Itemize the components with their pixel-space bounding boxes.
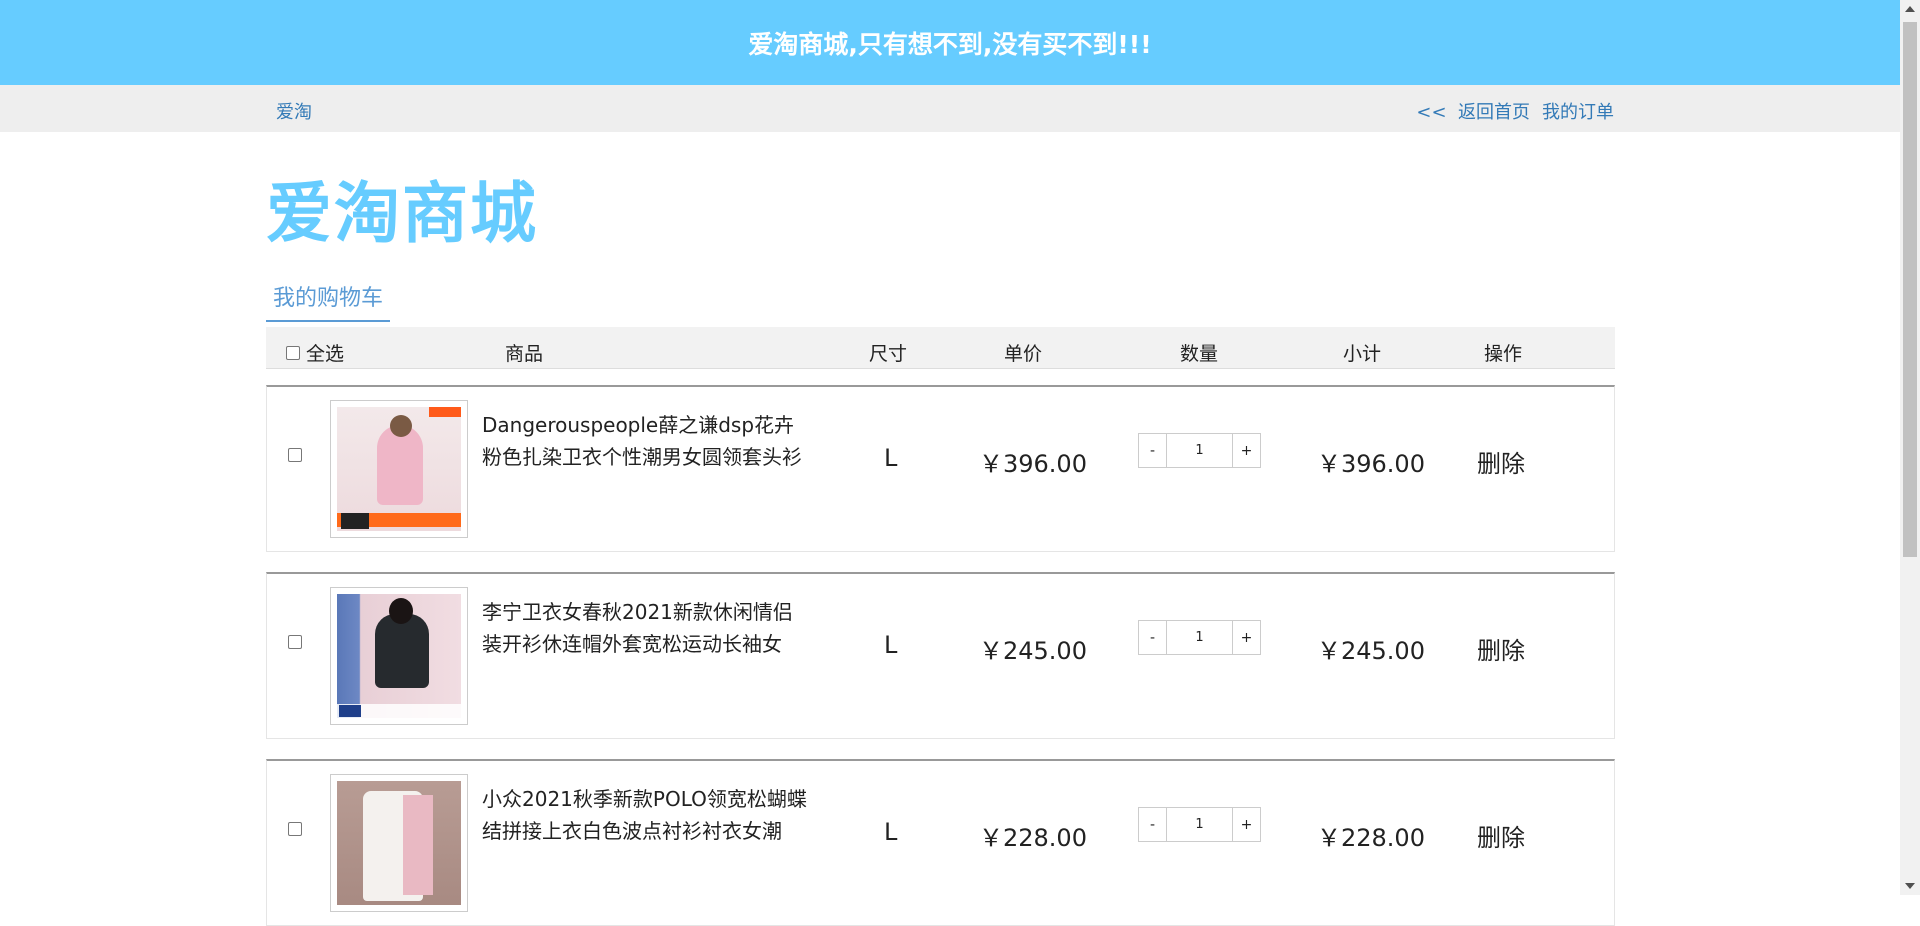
delete-button[interactable]: 删除 xyxy=(1477,444,1525,479)
cart-row: 小众2021秋季新款POLO领宽松蝴蝶结拼接上衣白色波点衬衫衬衣女潮 L ￥22… xyxy=(266,759,1615,926)
qty-input[interactable]: 1 xyxy=(1167,808,1232,841)
product-name[interactable]: 李宁卫衣女春秋2021新款休闲情侣装开衫休连帽外套宽松运动长袖女 xyxy=(482,596,812,660)
model-head xyxy=(389,598,413,624)
product-image[interactable] xyxy=(330,587,468,725)
cart-row: Dangerouspeople薛之谦dsp花卉粉色扎染卫衣个性潮男女圆领套头衫 … xyxy=(266,385,1615,552)
row-select-checkbox[interactable] xyxy=(288,448,302,462)
header-size: 尺寸 xyxy=(869,343,908,365)
site-banner: 爱淘商城,只有想不到,没有买不到!!! xyxy=(0,0,1900,85)
product-image[interactable] xyxy=(330,400,468,538)
quantity-stepper: - 1 + xyxy=(1138,433,1261,468)
qty-decrease-button[interactable]: - xyxy=(1139,434,1167,467)
product-subtotal: ￥228.00 xyxy=(1317,824,1425,852)
qty-increase-button[interactable]: + xyxy=(1232,434,1260,467)
qty-decrease-button[interactable]: - xyxy=(1139,621,1167,654)
qty-input[interactable]: 1 xyxy=(1167,434,1232,467)
product-name[interactable]: Dangerouspeople薛之谦dsp花卉粉色扎染卫衣个性潮男女圆领套头衫 xyxy=(482,409,812,473)
delete-button[interactable]: 删除 xyxy=(1477,631,1525,666)
nav-right-links: << 返回首页 我的订单 xyxy=(1416,98,1614,124)
top-navbar: 爱淘 << 返回首页 我的订单 xyxy=(0,85,1900,132)
tab-my-cart[interactable]: 我的购物车 xyxy=(266,278,390,322)
cart-row: 李宁卫衣女春秋2021新款休闲情侣装开衫休连帽外套宽松运动长袖女 L ￥245.… xyxy=(266,572,1615,739)
select-all-group: 全选 xyxy=(286,339,344,366)
new-tag-badge xyxy=(429,407,461,417)
site-logo: 爱淘商城 xyxy=(266,175,538,252)
my-orders-link[interactable]: 我的订单 xyxy=(1542,98,1614,124)
qty-decrease-button[interactable]: - xyxy=(1139,808,1167,841)
product-image[interactable] xyxy=(330,774,468,912)
header-subtotal: 小计 xyxy=(1343,343,1382,365)
product-subtotal: ￥396.00 xyxy=(1317,450,1425,478)
header-unit-price: 单价 xyxy=(1004,343,1043,365)
scroll-down-arrow-icon[interactable] xyxy=(1905,883,1915,889)
qty-input[interactable]: 1 xyxy=(1167,621,1232,654)
header-product: 商品 xyxy=(505,343,544,365)
model-head xyxy=(390,415,412,437)
product-unit-price: ￥245.00 xyxy=(979,637,1087,665)
product-unit-price: ￥396.00 xyxy=(979,450,1087,478)
back-home-link[interactable]: << 返回首页 xyxy=(1416,98,1530,124)
vertical-scrollbar[interactable] xyxy=(1900,0,1920,895)
product-subtotal: ￥245.00 xyxy=(1317,637,1425,665)
header-quantity: 数量 xyxy=(1180,343,1219,365)
quantity-stepper: - 1 + xyxy=(1138,807,1261,842)
price-tag xyxy=(339,705,361,717)
cart-table-header: 全选 商品 尺寸 单价 数量 小计 操作 xyxy=(266,327,1615,369)
shirt-pink-panel xyxy=(403,795,433,895)
model-figure xyxy=(377,425,423,505)
select-all-checkbox[interactable] xyxy=(286,345,300,360)
scroll-up-arrow-icon[interactable] xyxy=(1905,6,1915,12)
product-size: L xyxy=(884,631,898,659)
product-image-hoodie-black xyxy=(337,594,461,718)
qty-increase-button[interactable]: + xyxy=(1232,808,1260,841)
product-size: L xyxy=(884,818,898,846)
quantity-stepper: - 1 + xyxy=(1138,620,1261,655)
delete-button[interactable]: 删除 xyxy=(1477,818,1525,853)
header-action: 操作 xyxy=(1484,343,1523,365)
select-all-label: 全选 xyxy=(306,343,345,365)
model-figure xyxy=(375,614,429,688)
qty-increase-button[interactable]: + xyxy=(1232,621,1260,654)
product-image-hoodie-pink xyxy=(337,407,461,531)
product-size: L xyxy=(884,444,898,472)
product-image-white-shirt xyxy=(337,781,461,905)
row-select-checkbox[interactable] xyxy=(288,822,302,836)
product-name[interactable]: 小众2021秋季新款POLO领宽松蝴蝶结拼接上衣白色波点衬衫衬衣女潮 xyxy=(482,783,812,847)
scrollbar-thumb[interactable] xyxy=(1903,22,1917,557)
row-select-checkbox[interactable] xyxy=(288,635,302,649)
product-unit-price: ￥228.00 xyxy=(979,824,1087,852)
banner-text: 爱淘商城,只有想不到,没有买不到!!! xyxy=(748,29,1152,59)
price-tag xyxy=(341,513,369,529)
nav-brand-link[interactable]: 爱淘 xyxy=(276,98,312,124)
